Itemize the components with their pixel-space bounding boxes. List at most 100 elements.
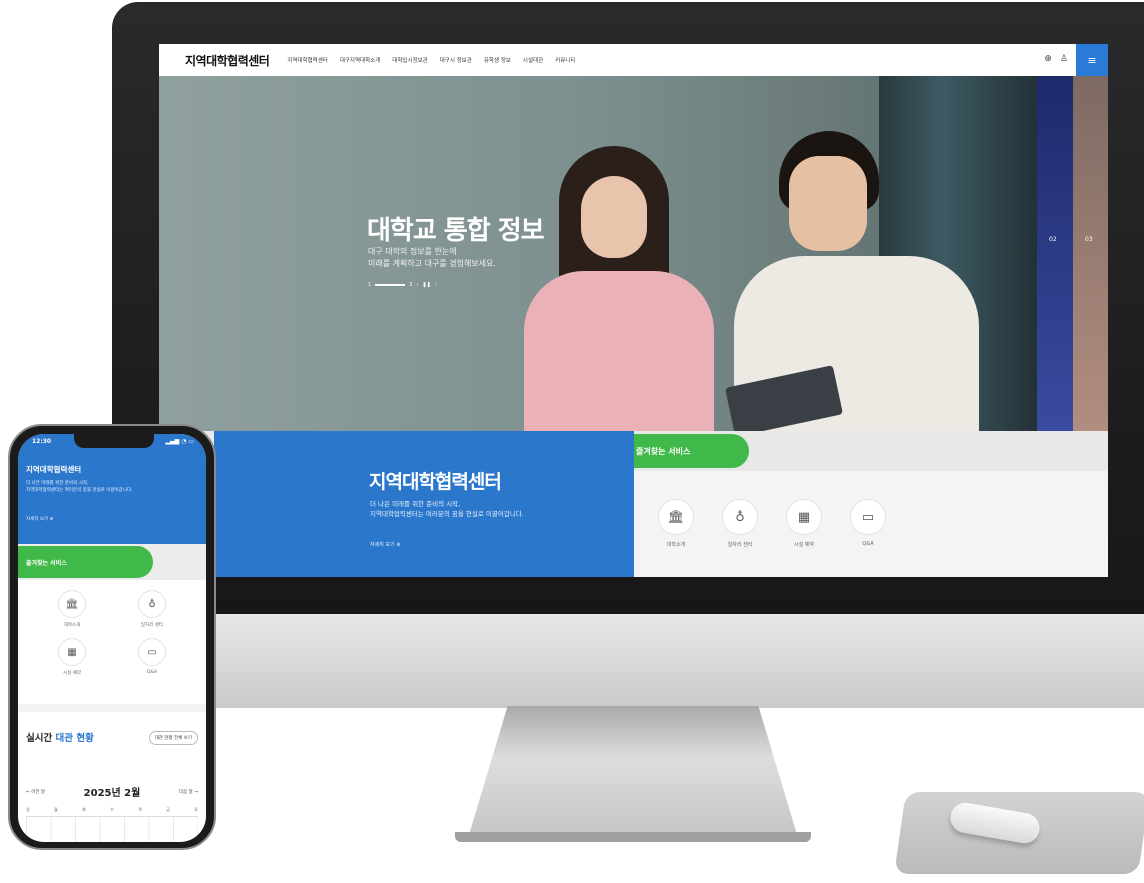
pager-current: 1 <box>368 282 372 288</box>
mobile-fav-title: 즐겨찾는 서비스 <box>18 546 153 578</box>
calendar-icon: ▦ <box>786 499 822 535</box>
desktop-screen: 지역대학협력센터 지역대학협력센터 대구지역대학소개 대학입시정보관 대구시 정… <box>159 44 1108 577</box>
next-month-button[interactable]: 다음 달 → <box>179 789 198 795</box>
chat-icon: ▭ <box>850 499 886 535</box>
mobile-fav-facility[interactable]: ▦ 시설 예약 <box>32 638 112 676</box>
hero-person-woman <box>519 146 719 431</box>
center-intro-panel: 지역대학협력센터 더 나은 미래를 위한 준비의 시작, 지역대학협력센터는 여… <box>214 431 634 577</box>
pager-next-icon[interactable]: › <box>435 282 437 288</box>
view-all-rentals-button[interactable]: 대관 현황 전체 보기 <box>148 731 198 745</box>
slide-number-3: 03 <box>1085 236 1093 243</box>
calendar-icon: ▦ <box>58 638 86 666</box>
hero-subtitle: 대구 대학의 정보를 한눈에 미래를 계획하고 대구를 경험해보세요. <box>368 246 588 270</box>
university-icon: 🏛 <box>58 590 86 618</box>
center-desc-line-1: 더 나은 미래를 위한 준비의 시작, <box>370 500 461 508</box>
imac-chin <box>112 614 1144 708</box>
mobile-screen: 12:30 ▂▄▆ ◔ ▭ 지역대학협력센터 더 나은 미래를 위한 준비의 시… <box>18 434 206 842</box>
nav-icons: ⊕ ♙ <box>1044 54 1068 64</box>
imac-stand <box>468 706 798 838</box>
fav-item-facility[interactable]: ▦ 시설 예약 <box>784 499 824 548</box>
center-more-label: 자세히 보기 <box>370 542 395 548</box>
mobile-fav-label: Q&A <box>146 670 158 675</box>
signal-wifi-battery-icon: ▂▄▆ ◔ ▭ <box>165 438 194 445</box>
chat-icon: ▭ <box>138 638 166 666</box>
hamburger-menu-icon[interactable]: ≡ <box>1076 44 1108 76</box>
fav-label: 일자리 센터 <box>727 542 753 548</box>
menu-item-admission[interactable]: 대학입시정보관 <box>392 56 427 64</box>
globe-icon[interactable]: ⊕ <box>1044 54 1052 64</box>
realtime-title-highlight: 대관 현황 <box>55 733 94 744</box>
fav-label: 대학소개 <box>666 542 686 548</box>
center-more-link[interactable]: 자세히 보기 ⊕ <box>370 541 400 548</box>
favorite-services-title: 즐겨찾는 서비스 <box>634 434 749 468</box>
calendar-month: 2025년 2월 <box>83 788 141 799</box>
weekday-sun: 일 <box>26 807 30 812</box>
fav-label: Q&A <box>862 541 874 547</box>
fav-label: 시설 예약 <box>794 542 814 548</box>
main-menu: 지역대학협력센터 대구지역대학소개 대학입시정보관 대구시 정보관 유학생 정보… <box>287 56 575 64</box>
hero-slide-tab-2[interactable]: 02 <box>1037 76 1073 431</box>
hero-subtitle-line-2: 미래를 계획하고 대구를 경험해보세요. <box>368 259 496 268</box>
weekday-thu: 목 <box>138 807 142 812</box>
prev-month-button[interactable]: ← 이전 달 <box>26 789 45 795</box>
menu-item-intl-students[interactable]: 유학생 정보 <box>484 56 511 64</box>
menu-item-city-info[interactable]: 대구시 정보관 <box>440 56 472 64</box>
mobile-fav-jobs[interactable]: ♁ 일자리 센터 <box>112 590 192 628</box>
favorite-services-panel: 즐겨찾는 서비스 🏛 대학소개 ♁ 일자리 센터 ▦ 시설 예약 ▭ Q&A <box>634 431 1108 577</box>
mobile-more-link[interactable]: 자세히 보기 ⊕ <box>26 516 53 522</box>
favorite-services-list: 🏛 대학소개 ♁ 일자리 센터 ▦ 시설 예약 ▭ Q&A <box>656 499 888 548</box>
pager-progress-bar <box>375 284 406 286</box>
hero-pager[interactable]: 1 3 ‹ ❚❚ › <box>368 282 437 288</box>
imac-stand-base <box>455 832 811 842</box>
pager-prev-icon[interactable]: ‹ <box>416 282 418 288</box>
pager-pause-icon[interactable]: ❚❚ <box>422 282 430 288</box>
calendar-weekdays: 일 월 화 수 목 금 토 <box>26 807 198 813</box>
mobile-desc-line-1: 더 나은 미래를 위한 준비의 시작, <box>26 481 89 486</box>
realtime-rental-title: 실시간 대관 현황 <box>26 730 94 744</box>
mobile-fav-label: 일자리 센터 <box>140 623 164 628</box>
hero-slide-tab-3[interactable]: 03 <box>1073 76 1108 431</box>
fav-item-university[interactable]: 🏛 대학소개 <box>656 499 696 548</box>
fav-item-qna[interactable]: ▭ Q&A <box>848 499 888 548</box>
lightbulb-icon: ♁ <box>722 499 758 535</box>
mobile-fav-label: 시설 예약 <box>63 671 81 676</box>
center-desc-line-2: 지역대학협력센터는 여러분의 꿈을 현실로 이끌어갑니다. <box>370 510 524 518</box>
site-logo[interactable]: 지역대학협력센터 <box>185 52 270 69</box>
weekday-fri: 금 <box>166 807 170 812</box>
top-nav: 지역대학협력센터 지역대학협력센터 대구지역대학소개 대학입시정보관 대구시 정… <box>159 44 1108 76</box>
university-icon: 🏛 <box>658 499 694 535</box>
menu-item-universities[interactable]: 대구지역대학소개 <box>340 56 380 64</box>
menu-item-community[interactable]: 커뮤니티 <box>555 56 575 64</box>
hero-subtitle-line-1: 대구 대학의 정보를 한눈에 <box>368 247 457 256</box>
mobile-more-label: 자세히 보기 <box>26 517 49 522</box>
center-title: 지역대학협력센터 <box>369 471 502 493</box>
mobile-section-divider <box>18 704 206 712</box>
mobile-fav-qna[interactable]: ▭ Q&A <box>112 638 192 676</box>
fav-item-jobs[interactable]: ♁ 일자리 센터 <box>720 499 760 548</box>
mobile-center-panel: 지역대학협력센터 더 나은 미래를 위한 준비의 시작, 지역대학협력센터는 여… <box>18 452 206 544</box>
weekday-wed: 수 <box>110 807 114 812</box>
lightbulb-icon: ♁ <box>138 590 166 618</box>
realtime-title-prefix: 실시간 <box>26 733 53 744</box>
hero-banner: 02 03 대학교 통합 정보 대구 대학의 정보를 한눈에 미래를 계획하고 … <box>159 76 1108 431</box>
stage: 지역대학협력센터 지역대학협력센터 대구지역대학소개 대학입시정보관 대구시 정… <box>0 0 1144 883</box>
menu-item-facility[interactable]: 시설대관 <box>523 56 543 64</box>
phone-notch <box>74 434 154 448</box>
status-time: 12:30 <box>32 438 52 445</box>
mobile-desc-line-2: 지역대학협력센터는 여러분의 꿈을 현실로 이끌어갑니다. <box>26 488 133 493</box>
mobile-center-desc: 더 나은 미래를 위한 준비의 시작, 지역대학협력센터는 여러분의 꿈을 현실… <box>26 480 201 494</box>
weekday-tue: 화 <box>82 807 86 812</box>
user-icon[interactable]: ♙ <box>1060 54 1068 64</box>
mobile-center-title: 지역대학협력센터 <box>26 465 82 474</box>
arrow-right-circle-icon: ⊕ <box>49 517 54 522</box>
menu-item-center[interactable]: 지역대학협력센터 <box>287 56 327 64</box>
center-description: 더 나은 미래를 위한 준비의 시작, 지역대학협력센터는 여러분의 꿈을 현실… <box>370 499 610 519</box>
mobile-fav-label: 대학소개 <box>63 623 81 628</box>
calendar-header: ← 이전 달 2025년 2월 다음 달 → <box>26 784 198 799</box>
weekday-mon: 월 <box>54 807 58 812</box>
mobile-fav-grid: 🏛 대학소개 ♁ 일자리 센터 ▦ 시설 예약 ▭ Q&A <box>32 590 192 676</box>
mobile-fav-university[interactable]: 🏛 대학소개 <box>32 590 112 628</box>
weekday-sat: 토 <box>194 807 198 812</box>
calendar-grid[interactable] <box>26 816 198 842</box>
arrow-right-circle-icon: ⊕ <box>396 542 401 548</box>
